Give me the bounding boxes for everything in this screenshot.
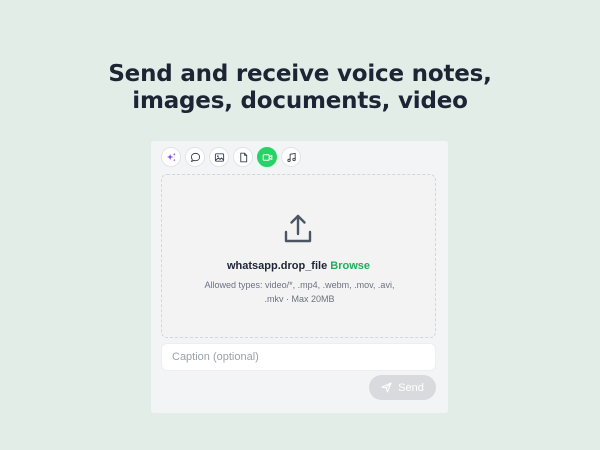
media-type-tabs	[161, 147, 301, 167]
allowed-types-line-2: .mkv · Max 20MB	[264, 294, 335, 304]
allowed-types-line-1: Allowed types: video/*, .mp4, .webm, .mo…	[204, 280, 395, 290]
tab-chat[interactable]	[185, 147, 205, 167]
drop-file-text: whatsapp.drop_file	[226, 260, 328, 272]
caption-input[interactable]	[161, 343, 436, 371]
ai-sparkle-icon	[166, 152, 176, 161]
send-icon	[381, 382, 392, 393]
headline-line-1: Send and receive voice notes,	[108, 61, 492, 87]
send-label: Send	[398, 381, 424, 394]
tab-video[interactable]	[257, 147, 277, 167]
drop-instructions: whatsapp.drop_file Browse	[162, 260, 435, 272]
upload-icon	[284, 214, 312, 243]
browse-link[interactable]: Browse	[330, 260, 370, 272]
document-icon	[239, 152, 247, 162]
composer-card: whatsapp.drop_file Browse Allowed types:…	[151, 141, 448, 413]
chat-bubble-icon	[190, 152, 200, 162]
tab-audio[interactable]	[281, 147, 301, 167]
allowed-types-text: Allowed types: video/*, .mp4, .webm, .mo…	[192, 278, 407, 306]
video-camera-icon	[262, 153, 272, 161]
headline: Send and receive voice notes, images, do…	[0, 61, 600, 115]
tab-image[interactable]	[209, 147, 229, 167]
music-note-icon	[286, 152, 296, 162]
image-icon	[214, 152, 224, 162]
tab-ai-sparkle[interactable]	[161, 147, 181, 167]
headline-line-2: images, documents, video	[132, 88, 468, 114]
tab-document[interactable]	[233, 147, 253, 167]
file-dropzone[interactable]: whatsapp.drop_file Browse Allowed types:…	[161, 174, 436, 338]
send-button[interactable]: Send	[369, 375, 436, 400]
